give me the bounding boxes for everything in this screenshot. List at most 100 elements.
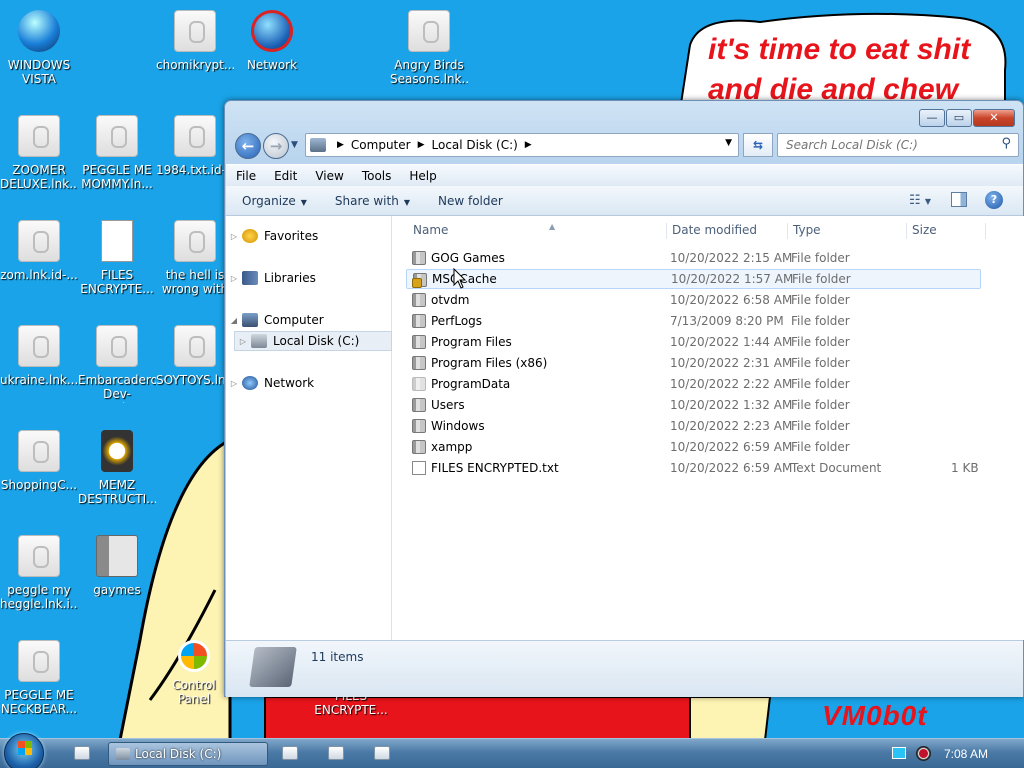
taskbar-quick-launch-icon[interactable] (328, 746, 344, 760)
desktop-icon-peggle-my-heggle[interactable]: peggle my heggle.lnk.i... (0, 535, 78, 611)
expand-arrow-icon[interactable]: ▷ (235, 337, 251, 346)
help-button[interactable]: ? (985, 191, 1003, 209)
table-row[interactable]: GOG Games 10/20/2022 2:15 AM File folder (406, 248, 981, 268)
file-date: 10/20/2022 2:31 AM (670, 356, 793, 370)
recent-pages-button[interactable]: ▼ (291, 140, 298, 150)
column-header-size[interactable]: Size (910, 223, 986, 239)
desktop-icon-memz[interactable]: MEMZ DESTRUCTI... (78, 430, 156, 506)
file-date: 10/20/2022 2:15 AM (670, 251, 793, 265)
tray-record-icon[interactable] (916, 746, 931, 761)
close-button[interactable]: ✕ (973, 109, 1015, 127)
preview-pane-button[interactable] (951, 192, 967, 207)
desktop-icon-the-hell-is-wrong[interactable]: the hell is wrong with ... (156, 220, 234, 298)
menu-help[interactable]: Help (409, 169, 436, 183)
breadcrumb-arrow-icon[interactable]: ▶ (337, 140, 344, 150)
breadcrumb-computer[interactable]: Computer (351, 138, 411, 152)
folder-icon (412, 251, 426, 265)
drive-icon (251, 334, 267, 348)
clock[interactable]: 7:08 AM (944, 747, 988, 761)
desktop-icon-zoomer-deluxe[interactable]: ZOOMER DELUXE.lnk... (0, 115, 78, 191)
help-icon: ? (990, 193, 998, 206)
desktop-icon-angry-birds[interactable]: Angry Birds Seasons.lnk.... (390, 10, 468, 86)
nav-favorites[interactable]: ▷ Favorites (226, 226, 392, 246)
desktop-icon-label: MEMZ DESTRUCTI... (78, 478, 156, 506)
table-row[interactable]: Program Files (x86) 10/20/2022 2:31 AM F… (406, 353, 981, 373)
nav-network[interactable]: ▷ Network (226, 373, 392, 393)
file-date: 10/20/2022 1:57 AM (671, 272, 794, 286)
desktop-icon-files-encrypted[interactable]: FILES ENCRYPTE... (78, 220, 156, 296)
table-row[interactable]: xampp 10/20/2022 6:59 AM File folder (406, 437, 981, 457)
menu-tools[interactable]: Tools (362, 169, 392, 183)
minimize-button[interactable]: — (919, 109, 945, 127)
table-row[interactable]: MSOCache 10/20/2022 1:57 AM File folder (406, 269, 981, 289)
breadcrumb-local-disk[interactable]: Local Disk (C:) (432, 138, 518, 152)
desktop-icon-windows-vista[interactable]: WINDOWS VISTA (0, 10, 78, 86)
taskbar-quick-launch-icon[interactable] (282, 746, 298, 760)
organize-button[interactable]: Organize ▼ (242, 194, 307, 208)
collapse-arrow-icon[interactable]: ◢ (226, 316, 242, 325)
file-type: File folder (791, 314, 850, 328)
change-view-button[interactable]: ☷ ▼ (909, 193, 931, 208)
forward-button[interactable]: → (263, 133, 289, 159)
breadcrumb-arrow-icon[interactable]: ▶ (418, 140, 425, 150)
table-row[interactable]: ProgramData 10/20/2022 2:22 AM File fold… (406, 374, 981, 394)
search-input[interactable] (777, 133, 1019, 157)
search-icon[interactable]: ⚲ (1001, 136, 1011, 151)
desktop-icon-zom[interactable]: zom.lnk.id-... (0, 220, 78, 282)
table-row[interactable]: Windows 10/20/2022 2:23 AM File folder (406, 416, 981, 436)
address-bar[interactable]: ▶ Computer ▶ Local Disk (C:) ▶ ▼ (305, 133, 739, 157)
menu-view[interactable]: View (315, 169, 343, 183)
column-headers: Name ▲ Date modified Type Size (392, 216, 1024, 244)
breadcrumb-arrow-icon[interactable]: ▶ (525, 140, 532, 150)
refresh-button[interactable]: ⇆ (743, 133, 773, 157)
desktop-icon-peggle-me-neckbear[interactable]: PEGGLE ME NECKBEAR... (0, 640, 78, 716)
nav-local-disk[interactable]: ▷ Local Disk (C:) (234, 331, 392, 351)
taskbar-button-local-disk[interactable]: Local Disk (C:) (108, 742, 268, 766)
desktop-icon-soytoys[interactable]: SOYTOYS.ln... (156, 325, 234, 387)
desktop-icon-ukraine[interactable]: ukraine.lnk.... (0, 325, 78, 387)
wallpaper-signature: VM0b0t (822, 700, 928, 731)
table-row[interactable]: FILES ENCRYPTED.txt 10/20/2022 6:59 AM T… (406, 458, 981, 478)
nav-computer-label: Computer (264, 313, 324, 327)
expand-arrow-icon[interactable]: ▷ (226, 232, 242, 241)
desktop-icon-control-panel[interactable]: Control Panel (155, 640, 233, 706)
desktop-icon-shopping[interactable]: ShoppingC... (0, 430, 78, 492)
maximize-button[interactable]: ▭ (946, 109, 972, 127)
share-with-button[interactable]: Share with ▼ (335, 194, 410, 208)
desktop-icon-chomikrypt[interactable]: chomikrypt... (156, 10, 234, 72)
table-row[interactable]: otvdm 10/20/2022 6:58 AM File folder (406, 290, 981, 310)
nav-libraries[interactable]: ▷ Libraries (226, 268, 392, 288)
menu-file[interactable]: File (236, 169, 256, 183)
show-desktop-icon[interactable] (74, 746, 90, 760)
nav-computer[interactable]: ◢ Computer (226, 310, 392, 330)
table-row[interactable]: Program Files 10/20/2022 1:44 AM File fo… (406, 332, 981, 352)
file-date: 7/13/2009 8:20 PM (670, 314, 784, 328)
file-date: 10/20/2022 6:59 AM (670, 440, 793, 454)
new-folder-button[interactable]: New folder (438, 194, 503, 208)
table-row[interactable]: PerfLogs 7/13/2009 8:20 PM File folder (406, 311, 981, 331)
desktop-icon-gaymes[interactable]: gaymes (78, 535, 156, 597)
mouse-cursor-icon (453, 268, 467, 289)
table-row[interactable]: Users 10/20/2022 1:32 AM File folder (406, 395, 981, 415)
desktop-icon-embarcadero[interactable]: Embarcadero Dev-C++.ln... (78, 325, 156, 403)
details-pane: 11 items (226, 640, 1023, 697)
desktop-icon-label: Embarcadero Dev-C++.ln... (78, 373, 156, 403)
expand-arrow-icon[interactable]: ▷ (226, 379, 242, 388)
desktop-icon-label: ZOOMER DELUXE.lnk... (0, 163, 78, 191)
desktop-icon-peggle-me-mommy[interactable]: PEGGLE ME MOMMY.ln... (78, 115, 156, 191)
details-view-icon: ☷ (909, 193, 921, 208)
expand-arrow-icon[interactable]: ▷ (226, 274, 242, 283)
file-type: Text Document (791, 461, 882, 475)
column-header-date[interactable]: Date modified (670, 223, 788, 239)
desktop-icon-label: zom.lnk.id-... (0, 268, 78, 282)
tray-display-icon[interactable] (892, 747, 906, 759)
desktop-icon-1984[interactable]: 1984.txt.id-... (156, 115, 234, 177)
column-header-type[interactable]: Type (791, 223, 907, 239)
desktop-icon-network[interactable]: Network (233, 10, 311, 72)
address-dropdown-icon[interactable]: ▼ (725, 138, 732, 148)
back-button[interactable]: ← (235, 133, 261, 159)
start-button[interactable] (4, 733, 44, 768)
menu-edit[interactable]: Edit (274, 169, 297, 183)
taskbar-quick-launch-icon[interactable] (374, 746, 390, 760)
column-header-name[interactable]: Name ▲ (411, 222, 667, 239)
